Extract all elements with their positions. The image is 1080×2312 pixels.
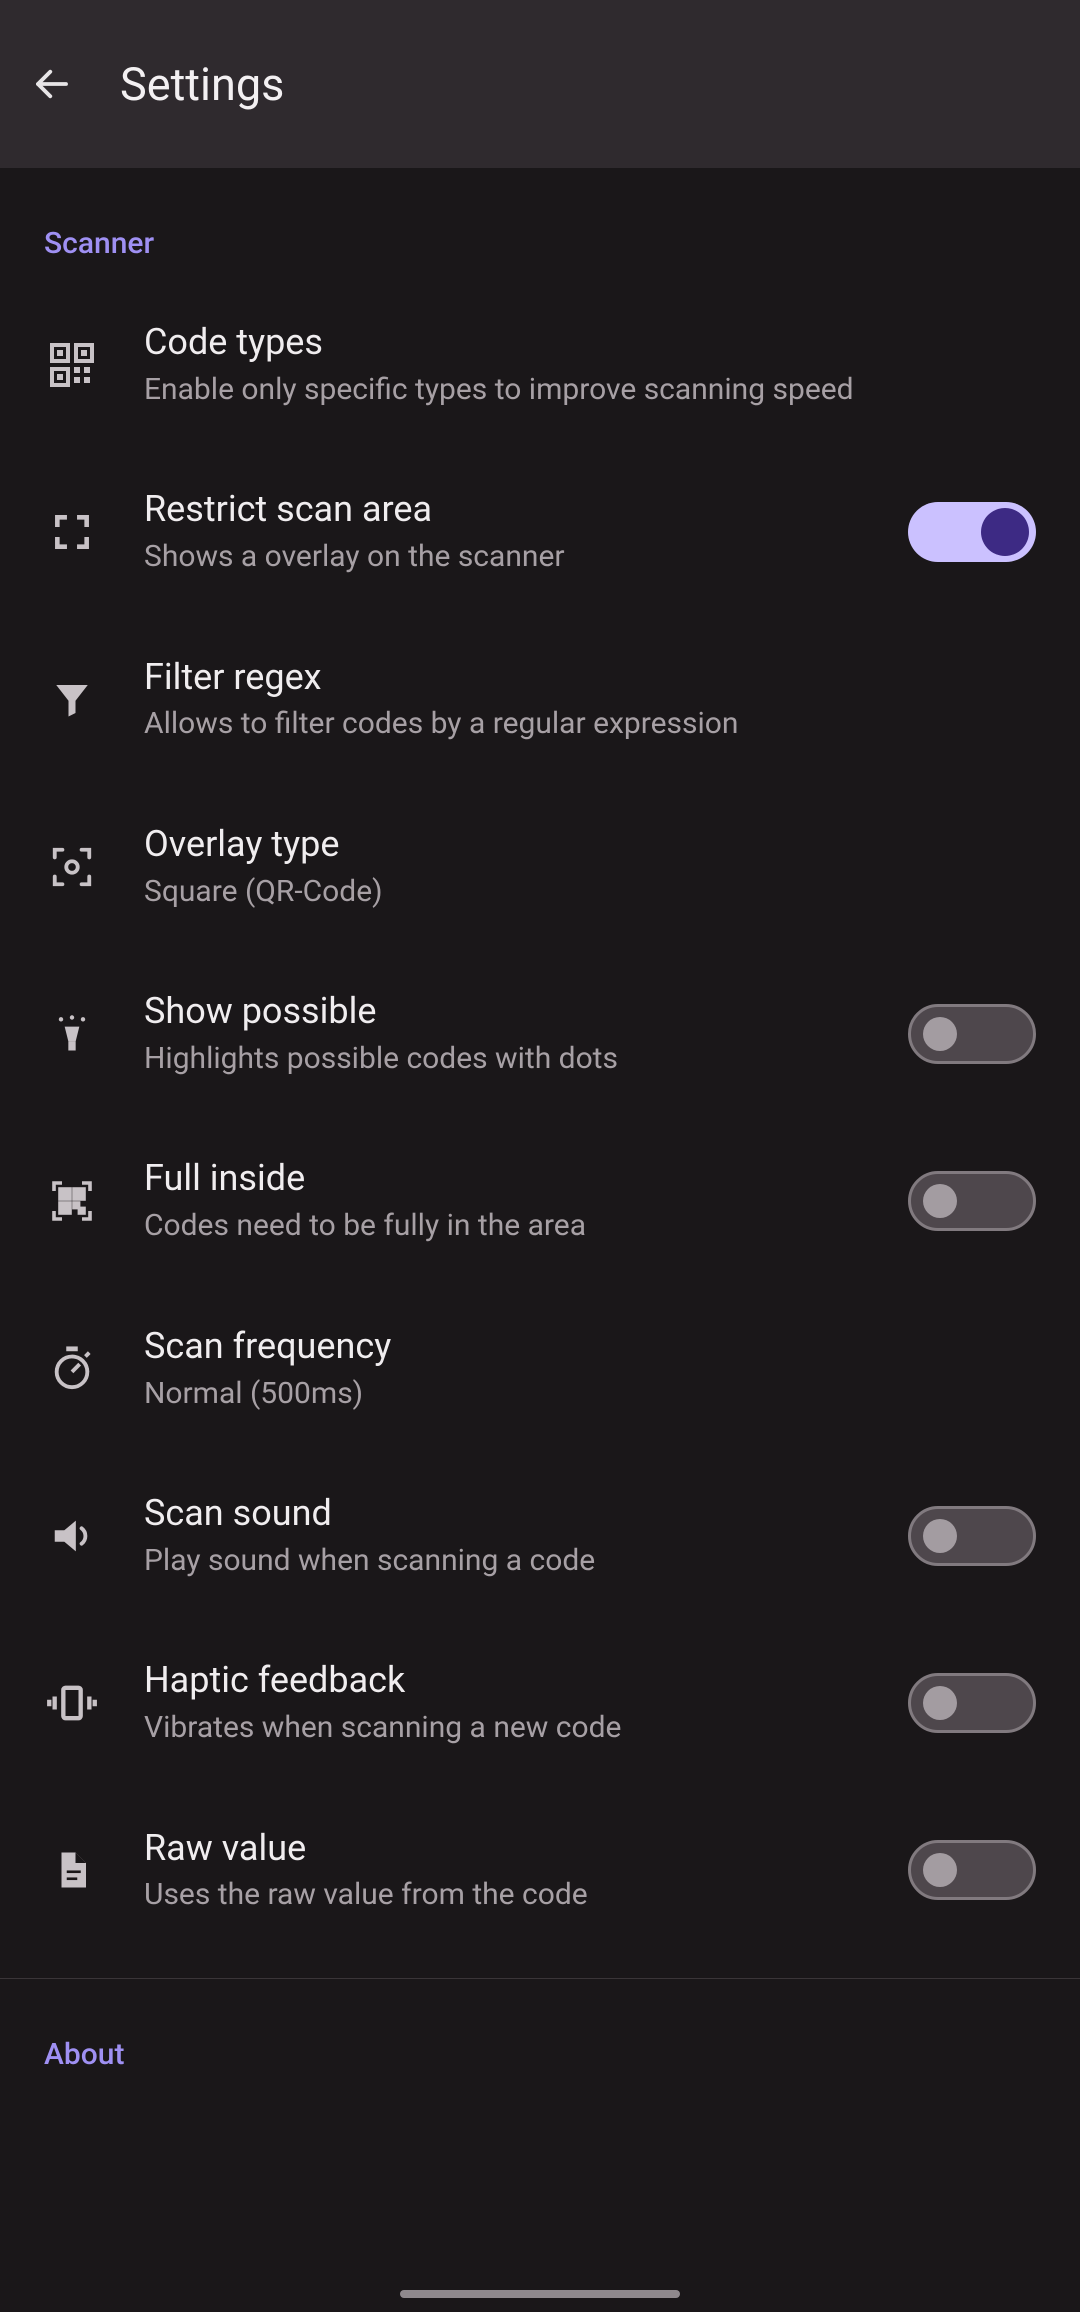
setting-filter-regex[interactable]: Filter regex Allows to filter codes by a…	[0, 616, 1080, 783]
vibration-icon	[44, 1675, 100, 1731]
setting-subtitle: Uses the raw value from the code	[144, 1875, 888, 1916]
highlight-icon	[44, 1006, 100, 1062]
setting-raw-value[interactable]: Raw value Uses the raw value from the co…	[0, 1787, 1080, 1954]
switch-scan-sound[interactable]	[908, 1506, 1036, 1566]
switch-thumb	[923, 1017, 957, 1051]
setting-subtitle: Vibrates when scanning a new code	[144, 1708, 888, 1749]
page-title: Settings	[120, 58, 284, 111]
volume-icon	[44, 1508, 100, 1564]
switch-thumb	[923, 1686, 957, 1720]
filter-icon	[44, 671, 100, 727]
timer-icon	[44, 1340, 100, 1396]
setting-subtitle: Allows to filter codes by a regular expr…	[144, 704, 1036, 745]
setting-subtitle: Square (QR-Code)	[144, 872, 1036, 913]
crop-icon	[44, 504, 100, 560]
qr-code-icon	[44, 337, 100, 393]
setting-text: Raw value Uses the raw value from the co…	[144, 1825, 888, 1916]
qr-scan-icon	[44, 1173, 100, 1229]
switch-thumb	[923, 1184, 957, 1218]
setting-code-types[interactable]: Code types Enable only specific types to…	[0, 281, 1080, 448]
gesture-bar[interactable]	[400, 2290, 680, 2298]
section-header-about: About	[0, 1979, 1080, 2092]
setting-title: Filter regex	[144, 654, 1036, 701]
setting-title: Raw value	[144, 1825, 888, 1872]
setting-subtitle: Play sound when scanning a code	[144, 1541, 888, 1582]
back-button[interactable]	[28, 60, 76, 108]
setting-subtitle: Highlights possible codes with dots	[144, 1039, 888, 1080]
setting-subtitle: Codes need to be fully in the area	[144, 1206, 888, 1247]
setting-title: Scan frequency	[144, 1323, 1036, 1370]
setting-title: Code types	[144, 319, 1036, 366]
switch-raw-value[interactable]	[908, 1840, 1036, 1900]
setting-title: Full inside	[144, 1155, 888, 1202]
setting-haptic-feedback[interactable]: Haptic feedback Vibrates when scanning a…	[0, 1619, 1080, 1786]
switch-haptic-feedback[interactable]	[908, 1673, 1036, 1733]
section-header-scanner: Scanner	[0, 168, 1080, 281]
setting-text: Restrict scan area Shows a overlay on th…	[144, 486, 888, 577]
setting-text: Scan frequency Normal (500ms)	[144, 1323, 1036, 1414]
setting-title: Restrict scan area	[144, 486, 888, 533]
arrow-left-icon	[31, 63, 73, 105]
settings-content: Scanner Code types Enable only specific …	[0, 168, 1080, 2092]
setting-title: Scan sound	[144, 1490, 888, 1537]
setting-show-possible[interactable]: Show possible Highlights possible codes …	[0, 950, 1080, 1117]
setting-title: Show possible	[144, 988, 888, 1035]
setting-text: Scan sound Play sound when scanning a co…	[144, 1490, 888, 1581]
setting-restrict-scan-area[interactable]: Restrict scan area Shows a overlay on th…	[0, 448, 1080, 615]
switch-thumb	[923, 1853, 957, 1887]
setting-title: Overlay type	[144, 821, 1036, 868]
setting-scan-sound[interactable]: Scan sound Play sound when scanning a co…	[0, 1452, 1080, 1619]
setting-overlay-type[interactable]: Overlay type Square (QR-Code)	[0, 783, 1080, 950]
switch-thumb	[923, 1519, 957, 1553]
setting-subtitle: Enable only specific types to improve sc…	[144, 370, 1036, 411]
switch-show-possible[interactable]	[908, 1004, 1036, 1064]
setting-scan-frequency[interactable]: Scan frequency Normal (500ms)	[0, 1285, 1080, 1452]
focus-icon	[44, 839, 100, 895]
setting-subtitle: Normal (500ms)	[144, 1374, 1036, 1415]
switch-thumb	[981, 508, 1029, 556]
setting-title: Haptic feedback	[144, 1657, 888, 1704]
switch-full-inside[interactable]	[908, 1171, 1036, 1231]
setting-text: Code types Enable only specific types to…	[144, 319, 1036, 410]
app-header: Settings	[0, 0, 1080, 168]
setting-text: Filter regex Allows to filter codes by a…	[144, 654, 1036, 745]
setting-text: Overlay type Square (QR-Code)	[144, 821, 1036, 912]
switch-restrict-scan-area[interactable]	[908, 502, 1036, 562]
setting-text: Haptic feedback Vibrates when scanning a…	[144, 1657, 888, 1748]
document-icon	[44, 1842, 100, 1898]
setting-text: Show possible Highlights possible codes …	[144, 988, 888, 1079]
setting-subtitle: Shows a overlay on the scanner	[144, 537, 888, 578]
setting-full-inside[interactable]: Full inside Codes need to be fully in th…	[0, 1117, 1080, 1284]
setting-text: Full inside Codes need to be fully in th…	[144, 1155, 888, 1246]
